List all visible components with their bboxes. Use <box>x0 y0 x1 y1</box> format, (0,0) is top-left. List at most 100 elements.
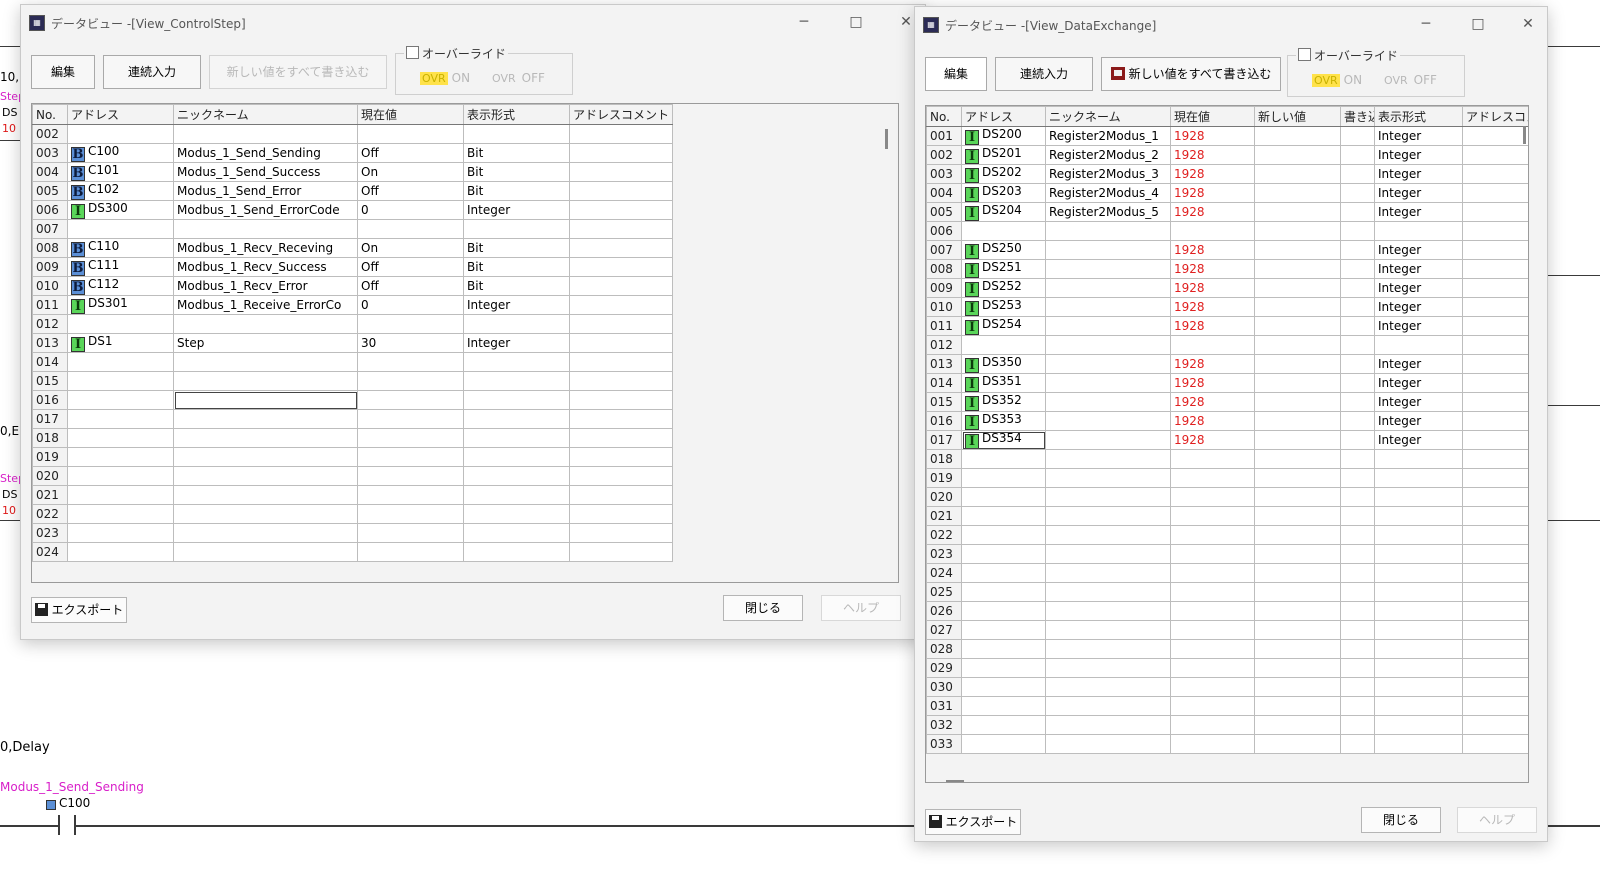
column-header[interactable]: 現在値 <box>1170 106 1255 127</box>
table-row[interactable]: 018 <box>32 428 673 448</box>
override-off-option[interactable]: OVR OFF <box>490 71 545 85</box>
title-bar[interactable]: ▦ データビュー -[View_DataExchange] ─ □ ✕ <box>915 7 1547 41</box>
nickname-cell[interactable] <box>1045 259 1171 279</box>
table-row[interactable]: 011 I DS301 Modbus_1_Receive_ErrorCo 0 Intege… <box>32 295 673 315</box>
current-value-cell[interactable] <box>357 504 464 524</box>
nickname-cell[interactable]: Modus_1_Send_Error <box>173 181 358 201</box>
address-comment-cell[interactable] <box>569 523 673 543</box>
address-cell[interactable] <box>67 523 174 543</box>
new-value-cell[interactable] <box>1254 354 1341 374</box>
nickname-cell[interactable] <box>1045 658 1171 678</box>
display-format-cell[interactable]: Integer <box>1374 183 1463 203</box>
address-cell[interactable]: I DS351 <box>961 373 1046 393</box>
new-value-cell[interactable] <box>1254 221 1341 241</box>
address-comment-cell[interactable] <box>1462 240 1528 260</box>
address-cell[interactable] <box>961 221 1046 241</box>
address-comment-cell[interactable] <box>569 143 673 163</box>
write-cell[interactable] <box>1340 164 1375 184</box>
address-cell[interactable]: I DS250 <box>961 240 1046 260</box>
display-format-cell[interactable]: Bit <box>463 257 570 277</box>
nickname-cell[interactable]: Register2Modus_2 <box>1045 145 1171 165</box>
table-row[interactable]: 020 <box>926 487 1528 507</box>
write-cell[interactable] <box>1340 354 1375 374</box>
help-button[interactable]: ヘルプ <box>1457 807 1537 833</box>
address-comment-cell[interactable] <box>569 200 673 220</box>
current-value-cell[interactable] <box>357 219 464 239</box>
current-value-cell[interactable] <box>357 371 464 391</box>
address-comment-cell[interactable] <box>1462 297 1528 317</box>
table-row[interactable]: 010 B C112 Modbus_1_Recv_Error Off Bit <box>32 276 673 296</box>
write-cell[interactable] <box>1340 316 1375 336</box>
new-value-cell[interactable] <box>1254 525 1341 545</box>
address-comment-cell[interactable] <box>569 352 673 372</box>
address-cell[interactable] <box>67 371 174 391</box>
nickname-cell[interactable] <box>1045 392 1171 412</box>
table-row[interactable]: 018 <box>926 449 1528 469</box>
address-comment-cell[interactable] <box>1462 601 1528 621</box>
display-format-cell[interactable] <box>1374 468 1463 488</box>
nickname-cell[interactable]: Modbus_1_Recv_Receving <box>173 238 358 258</box>
table-row[interactable]: 016 I DS353 1928 Integer <box>926 411 1528 431</box>
address-cell[interactable]: I DS201 <box>961 145 1046 165</box>
nickname-cell[interactable] <box>1045 601 1171 621</box>
address-comment-cell[interactable] <box>1462 411 1528 431</box>
maximize-icon[interactable]: □ <box>1465 13 1491 35</box>
table-row[interactable]: 007 <box>32 219 673 239</box>
table-row[interactable]: 021 <box>32 485 673 505</box>
address-cell[interactable]: B C102 <box>67 181 174 201</box>
table-row[interactable]: 002 <box>32 124 673 144</box>
continuous-input-button[interactable]: 連続入力 <box>103 55 201 89</box>
display-format-cell[interactable] <box>463 409 570 429</box>
current-value-cell[interactable]: Off <box>357 276 464 296</box>
table-row[interactable]: 015 <box>32 371 673 391</box>
address-cell[interactable] <box>67 409 174 429</box>
display-format-cell[interactable]: Integer <box>1374 316 1463 336</box>
current-value-cell[interactable] <box>1170 601 1255 621</box>
nickname-cell[interactable] <box>173 542 358 562</box>
new-value-cell[interactable] <box>1254 278 1341 298</box>
address-comment-cell[interactable] <box>569 181 673 201</box>
address-comment-cell[interactable] <box>1462 715 1528 735</box>
display-format-cell[interactable]: Integer <box>1374 354 1463 374</box>
address-cell[interactable] <box>961 658 1046 678</box>
address-comment-cell[interactable] <box>1462 639 1528 659</box>
current-value-cell[interactable] <box>1170 639 1255 659</box>
address-comment-cell[interactable] <box>1462 677 1528 697</box>
display-format-cell[interactable] <box>463 390 570 410</box>
write-cell[interactable] <box>1340 297 1375 317</box>
current-value-cell[interactable] <box>1170 734 1255 754</box>
nickname-cell[interactable] <box>1045 563 1171 583</box>
address-comment-cell[interactable] <box>1462 221 1528 241</box>
override-on-option[interactable]: OVR ON <box>420 71 470 85</box>
current-value-cell[interactable]: Off <box>357 181 464 201</box>
current-value-cell[interactable]: 1928 <box>1170 259 1255 279</box>
new-value-cell[interactable] <box>1254 335 1341 355</box>
display-format-cell[interactable]: Integer <box>463 200 570 220</box>
display-format-cell[interactable]: Integer <box>1374 126 1463 146</box>
display-format-cell[interactable] <box>1374 715 1463 735</box>
nickname-cell[interactable] <box>1045 525 1171 545</box>
address-cell[interactable] <box>961 487 1046 507</box>
nickname-cell[interactable] <box>1045 468 1171 488</box>
write-cell[interactable] <box>1340 259 1375 279</box>
close-icon[interactable]: ✕ <box>1515 13 1541 35</box>
current-value-cell[interactable]: 1928 <box>1170 240 1255 260</box>
display-format-cell[interactable]: Integer <box>1374 411 1463 431</box>
current-value-cell[interactable] <box>1170 335 1255 355</box>
new-value-cell[interactable] <box>1254 677 1341 697</box>
display-format-cell[interactable] <box>1374 639 1463 659</box>
new-value-cell[interactable] <box>1254 449 1341 469</box>
current-value-cell[interactable]: 1928 <box>1170 392 1255 412</box>
display-format-cell[interactable] <box>463 523 570 543</box>
display-format-cell[interactable] <box>1374 677 1463 697</box>
current-value-cell[interactable]: On <box>357 238 464 258</box>
display-format-cell[interactable] <box>1374 582 1463 602</box>
write-cell[interactable] <box>1340 506 1375 526</box>
table-row[interactable]: 027 <box>926 620 1528 640</box>
nickname-cell[interactable] <box>1045 544 1171 564</box>
column-header[interactable]: アドレス <box>961 106 1046 127</box>
table-row[interactable]: 030 <box>926 677 1528 697</box>
address-comment-cell[interactable] <box>1462 278 1528 298</box>
address-cell[interactable]: I DS354 <box>961 430 1046 450</box>
current-value-cell[interactable] <box>357 314 464 334</box>
